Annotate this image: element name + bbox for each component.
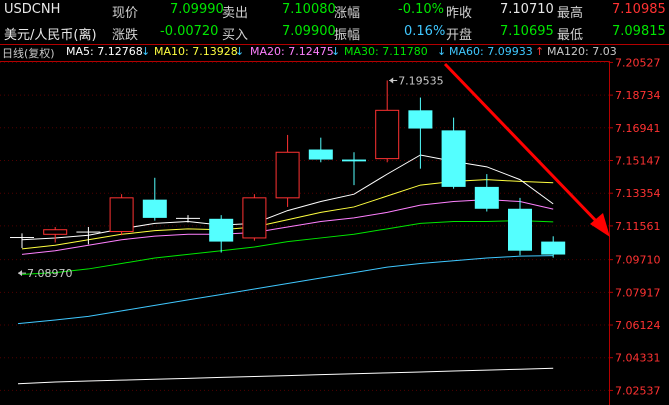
candle-body <box>176 217 200 219</box>
high-value: 7.10985 <box>612 2 666 17</box>
y-tick-label: 7.18734 <box>615 89 661 102</box>
ma20-value: MA20: 7.12475 <box>250 45 334 58</box>
ma20-arrow-down-icon: ↓ <box>331 45 341 58</box>
quote-row-1: USDCNH 现价 7.09990 卖出 7.10080 涨幅 -0.10% 昨… <box>0 0 669 21</box>
y-tick-label: 7.09710 <box>615 254 661 267</box>
y-tick-label: 7.02537 <box>615 384 661 397</box>
candle-body <box>408 110 433 129</box>
symbol-code: USDCNH <box>4 2 61 17</box>
ma20-line <box>21 199 554 255</box>
annotation-label: 7.08970 <box>27 267 73 280</box>
ma-indicator-bar: 日线(复权) MA5: 7.12768 ↓ MA10: 7.13928 ↓ MA… <box>0 45 669 60</box>
ask-label: 卖出 <box>222 6 249 21</box>
candle-body <box>275 151 300 199</box>
candle-body <box>209 218 234 242</box>
low-value: 7.09815 <box>612 24 666 39</box>
ma30-value: MA30: 7.11780 <box>344 45 428 58</box>
ma120-line <box>17 367 554 385</box>
ma60-value: MA60: 7.09933 <box>449 45 533 58</box>
amplitude-value: 0.16% <box>404 24 446 39</box>
ma10-value: MA10: 7.13928 <box>154 45 238 58</box>
annotation-arrow-head <box>389 77 394 84</box>
change-label: 涨跌 <box>112 28 139 43</box>
candle-body <box>342 159 366 162</box>
quote-row-2: 美元/人民币(离) 涨跌 -0.00720 买入 7.09900 振幅 0.16… <box>0 22 669 43</box>
period-label[interactable]: 日线(复权) <box>2 45 55 61</box>
open-value: 7.10695 <box>500 24 554 39</box>
candle-body <box>541 241 566 255</box>
candle-body <box>142 199 167 218</box>
y-tick-label: 7.16941 <box>615 122 661 135</box>
change-value: -0.00720 <box>160 24 219 39</box>
change-pct-label: 涨幅 <box>334 6 361 21</box>
bid-label: 买入 <box>222 28 249 43</box>
high-label: 最高 <box>557 6 584 21</box>
y-tick-label: 7.13354 <box>615 187 661 200</box>
y-tick-label: 7.06124 <box>615 319 661 332</box>
y-tick-label: 7.15147 <box>615 155 661 168</box>
candle-body <box>43 229 68 235</box>
ma10-arrow-down-icon: ↓ <box>235 45 245 58</box>
y-tick-label: 7.11561 <box>615 220 661 233</box>
symbol-name: 美元/人民币(离) <box>4 28 97 43</box>
amplitude-label: 振幅 <box>334 28 361 43</box>
prev-close-value: 7.10710 <box>500 2 554 17</box>
candle-body <box>375 109 400 160</box>
low-label: 最低 <box>557 28 584 43</box>
bid-value: 7.09900 <box>282 24 336 39</box>
last-price-label: 现价 <box>112 6 139 21</box>
ma60-line <box>17 255 554 325</box>
annotation-label: 7.19535 <box>398 75 444 88</box>
candle-body <box>508 208 532 251</box>
candlestick-chart[interactable]: 7.205277.187347.169417.151477.133547.115… <box>0 0 669 405</box>
ask-value: 7.10080 <box>282 2 336 17</box>
ma5-arrow-down-icon: ↓ <box>141 45 151 58</box>
candle-body <box>474 186 499 209</box>
candle-body <box>10 237 34 239</box>
candle-body <box>441 130 466 187</box>
y-tick-label: 7.04331 <box>615 352 661 365</box>
ma5-value: MA5: 7.12768 <box>66 45 143 58</box>
prev-close-label: 昨收 <box>446 6 473 21</box>
annotation-arrow-head <box>18 270 22 277</box>
ma30-arrow-down-icon: ↓ <box>437 45 447 58</box>
change-pct-value: -0.10% <box>398 2 444 17</box>
ma120-value: MA120: 7.03 <box>547 45 617 58</box>
y-tick-label: 7.07917 <box>615 286 661 299</box>
candle-body <box>242 197 267 239</box>
last-price-value: 7.09990 <box>170 2 224 17</box>
candle-body <box>308 149 333 160</box>
open-label: 开盘 <box>446 28 473 43</box>
ma60-arrow-up-icon: ↑ <box>535 45 545 58</box>
ma30-line <box>21 220 554 275</box>
candle-body <box>76 231 101 233</box>
candle-body <box>109 197 134 233</box>
